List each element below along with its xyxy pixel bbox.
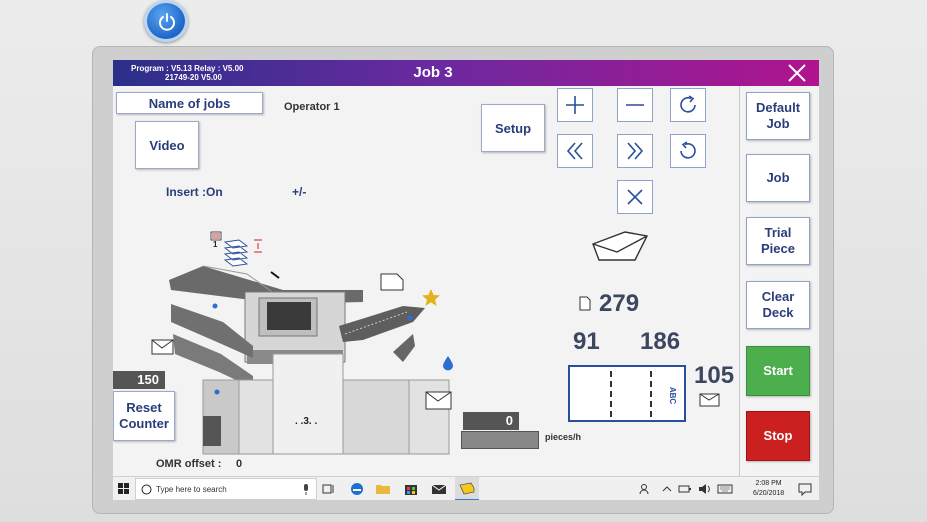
fold-line-2 [650,371,652,417]
rotate-counterclockwise-button[interactable] [670,134,706,168]
battery-icon[interactable] [677,481,693,497]
envelope-count: 105 [694,362,735,389]
setup-button[interactable]: Setup [481,104,545,152]
reset-counter-button[interactable]: Reset Counter [113,391,175,441]
fold-preview: ABC [568,365,686,422]
sidebar: Default Job Job Trial Piece Clear Deck S… [739,86,819,478]
store-icon[interactable] [403,481,419,497]
fold-line-1 [610,371,612,417]
double-chevron-right-icon [627,142,644,160]
keyboard-icon[interactable] [717,481,733,497]
people-icon[interactable] [637,481,653,497]
start-button[interactable]: Start [746,346,810,396]
volume-icon[interactable] [697,481,713,497]
insert-status: Insert :On [166,185,223,199]
taskbar-search-input[interactable]: Type here to search [135,478,317,500]
star-icon [422,289,440,306]
omr-offset-value: 0 [236,458,243,470]
open-envelope-icon [592,231,649,261]
close-icon[interactable] [785,61,809,85]
search-circle-icon [141,484,152,495]
windows-taskbar: Type here to search 2:08 PM 6/20/2018 [113,476,819,500]
decrease-button[interactable] [617,88,653,122]
chevron-up-icon[interactable] [659,481,675,497]
envelope-address-label: ABC [668,386,678,405]
taskbar-clock[interactable]: 2:08 PM 6/20/2018 [753,479,784,499]
machine-station-label: . .3. . [295,416,317,427]
double-chevron-left-icon [566,142,583,160]
microphone-icon[interactable] [302,484,310,495]
file-explorer-icon[interactable] [375,481,391,497]
windows-start-icon[interactable] [118,483,130,495]
operator-label: Operator 1 [284,101,340,113]
pieces-rate-bar [461,431,539,449]
job-button[interactable]: Job [746,154,810,202]
next-button[interactable] [617,134,653,168]
title-bar: Program : V5.13 Relay : V5.00 21749-20 V… [113,60,819,86]
envelope-icon-left [151,339,174,355]
increase-button[interactable] [557,88,593,122]
touch-screen: Program : V5.13 Relay : V5.00 21749-20 V… [113,60,819,500]
envelope-icon-right [699,393,720,407]
stop-button[interactable]: Stop [746,411,810,461]
clear-deck-button[interactable]: Clear Deck [746,281,810,329]
mail-icon[interactable] [431,481,447,497]
inserter-machine-illustration: 1 . .3. . [169,231,450,455]
close-x-icon [627,189,643,205]
pieces-rate-label: pieces/h [545,432,582,442]
bin-count-label: 1 [213,240,218,249]
name-of-jobs-button[interactable]: Name of jobs [116,92,263,114]
plus-minus-label[interactable]: +/- [292,185,306,199]
omr-offset-label: OMR offset : [156,458,222,470]
minus-icon [626,104,644,106]
power-icon [159,13,175,31]
active-app-tab[interactable] [455,477,479,500]
left-count: 91 [573,328,600,355]
rotate-ccw-icon [680,141,696,159]
page-title: Job 3 [413,64,453,81]
power-button[interactable] [144,0,188,42]
sheet-icon [579,296,591,311]
edge-browser-icon[interactable] [349,481,365,497]
envelope-icon-output [425,391,452,410]
plus-icon [566,96,584,114]
notification-icon[interactable] [797,481,813,497]
sheet-count: 279 [599,290,640,317]
app-envelope-icon [459,482,475,495]
water-drop-icon [443,356,453,371]
default-job-button[interactable]: Default Job [746,92,810,140]
sheet-counter-display: 150 [113,371,165,389]
task-view-icon[interactable] [321,481,337,497]
cancel-button[interactable] [617,180,653,214]
document-icon [380,273,404,291]
rotate-clockwise-button[interactable] [670,88,706,122]
video-button[interactable]: Video [135,121,199,169]
trial-piece-button[interactable]: Trial Piece [746,217,810,265]
right-count: 186 [640,328,681,355]
rotate-cw-icon [680,95,696,113]
previous-button[interactable] [557,134,593,168]
taskbar-search-placeholder: Type here to search [156,484,227,494]
pieces-counter-display: 0 [463,412,519,430]
clock-time: 2:08 PM [755,480,782,487]
clock-date: 6/20/2018 [753,490,785,497]
